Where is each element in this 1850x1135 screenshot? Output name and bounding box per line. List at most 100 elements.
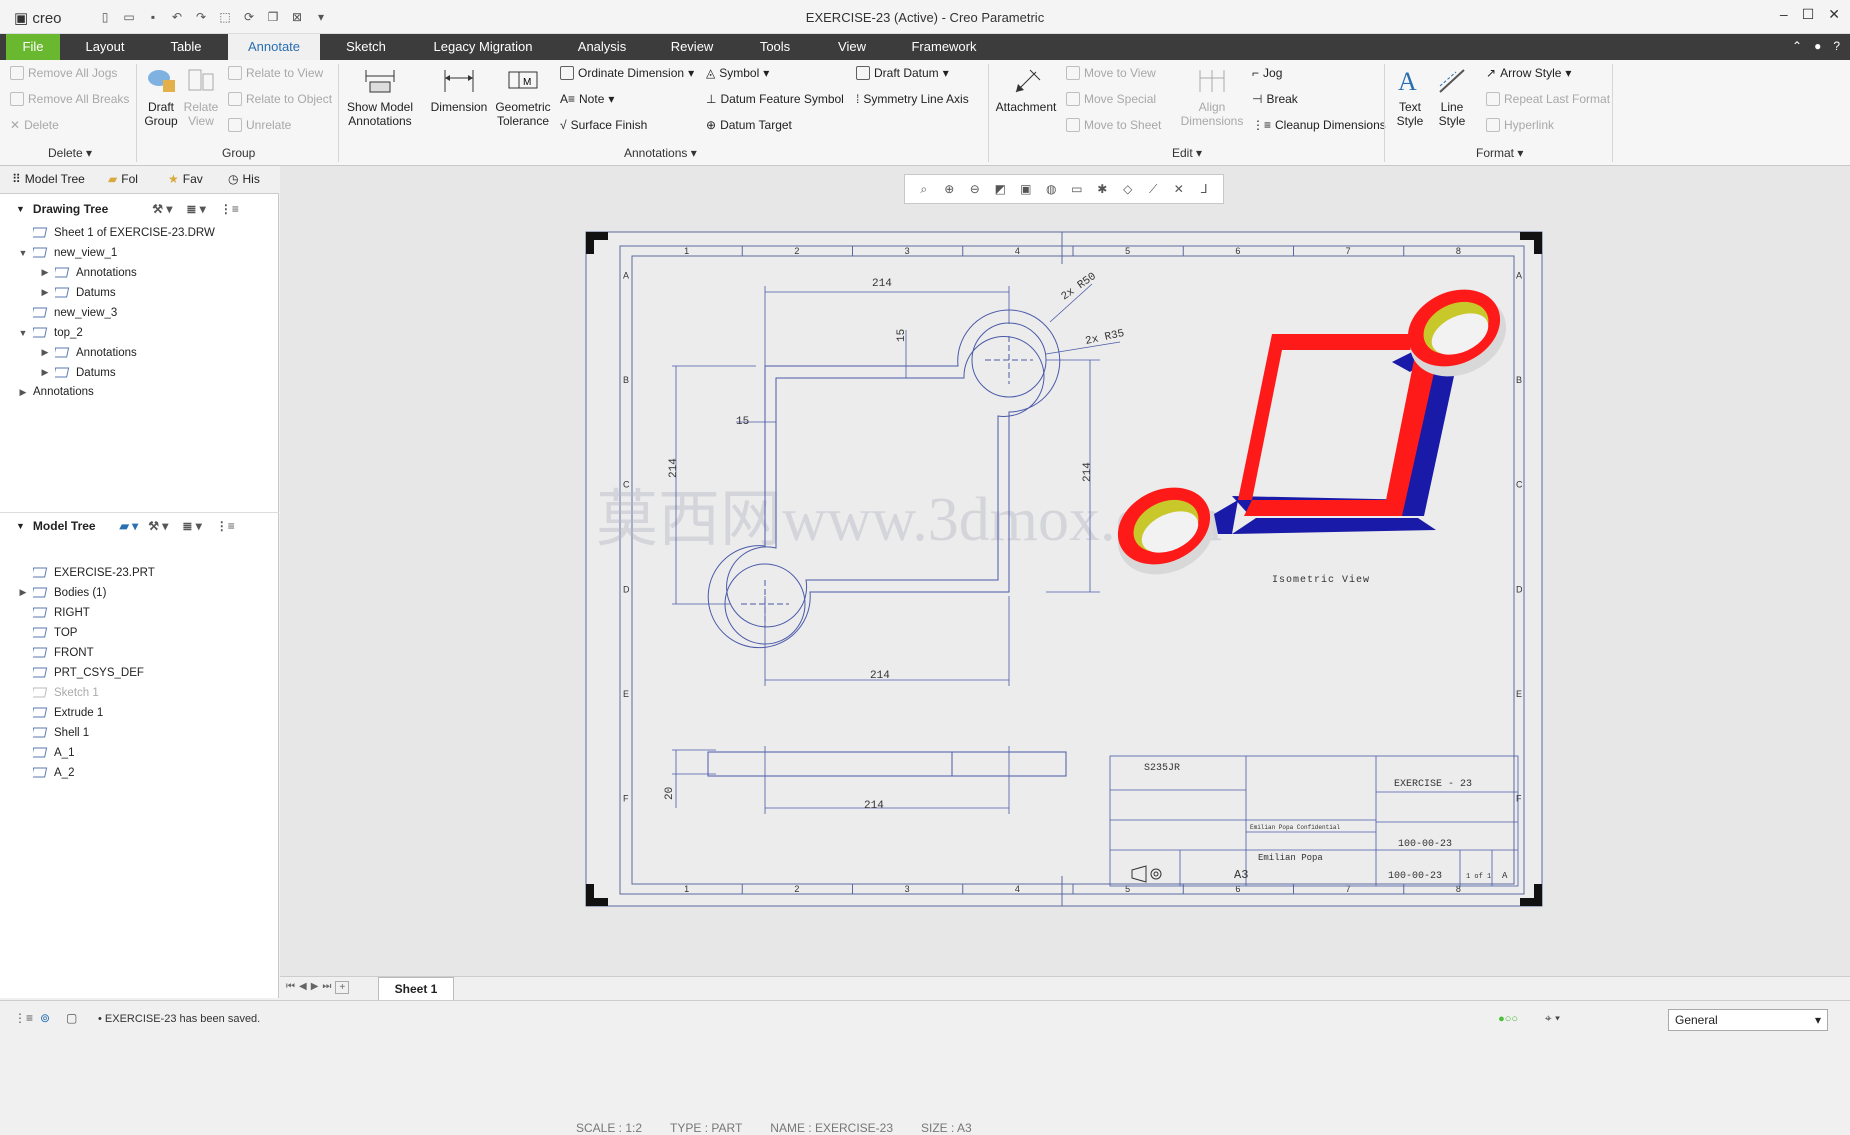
close-icon[interactable]: ✕ (1828, 6, 1840, 23)
annotations-group-label[interactable]: Annotations ▾ (624, 146, 697, 160)
tree-item[interactable]: ▼ top_2 (18, 326, 83, 339)
expand-toggle-icon[interactable]: ▶ (40, 287, 50, 298)
draft-datum-button[interactable]: Draft Datum ▾ (856, 66, 949, 80)
tree-item[interactable]: FRONT (18, 646, 94, 659)
browser-toggle-icon[interactable]: ⊚ (40, 1011, 50, 1025)
delete-button[interactable]: ✕ Delete (10, 118, 59, 132)
tab-layout[interactable]: Layout (72, 34, 138, 60)
add-sheet-icon[interactable]: + (335, 981, 350, 994)
selection-filter[interactable]: General ▾ (1668, 1009, 1828, 1031)
expand-toggle-icon[interactable]: ▶ (40, 367, 50, 378)
remove-all-jogs-button[interactable]: Remove All Jogs (10, 66, 117, 80)
format-group-label[interactable]: Format ▾ (1476, 146, 1523, 160)
user-icon[interactable]: ● (1814, 39, 1821, 53)
tree-columns-icon[interactable]: ⋮≡ (216, 519, 235, 533)
geometric-tolerance-button[interactable]: M Geometric Tolerance (494, 66, 552, 128)
ordinate-dimension-button[interactable]: Ordinate Dimension ▾ (560, 66, 694, 80)
unrelate-button[interactable]: Unrelate (228, 118, 291, 132)
tab-table[interactable]: Table (150, 34, 222, 60)
move-special-button[interactable]: Move Special (1066, 92, 1156, 106)
tab-sketch[interactable]: Sketch (330, 34, 402, 60)
datum-target-button[interactable]: ⊕ Datum Target (706, 118, 792, 132)
relate-view-button[interactable]: Relate View (180, 66, 222, 128)
expand-toggle-icon[interactable]: ▼ (18, 328, 28, 338)
tree-item[interactable]: ▶ Datums (40, 286, 116, 299)
help-icon[interactable]: ? (1833, 39, 1840, 53)
regenerate-icon[interactable]: ⟳ (240, 9, 258, 25)
edit-group-label[interactable]: Edit ▾ (1172, 146, 1202, 160)
tree-item[interactable]: ▶ Datums (40, 366, 116, 379)
navigator-toggle-icon[interactable]: ⋮≡ (14, 1011, 33, 1025)
break-button[interactable]: ⊣ Break (1252, 92, 1298, 106)
arrow-style-button[interactable]: ↗ Arrow Style ▾ (1486, 66, 1571, 80)
tab-file[interactable]: File (6, 34, 60, 60)
tab-review[interactable]: Review (656, 34, 728, 60)
prev-sheet-icon[interactable]: ◀ (299, 981, 307, 994)
datum-feature-symbol-button[interactable]: ⊥ Datum Feature Symbol (706, 92, 844, 106)
tree-filter-icon[interactable]: ≣ ▾ (186, 202, 205, 216)
remove-all-breaks-button[interactable]: Remove All Breaks (10, 92, 129, 106)
tree-item[interactable]: TOP (18, 626, 77, 639)
tree-item[interactable]: A_2 (18, 766, 74, 779)
surface-finish-button[interactable]: √ Surface Finish (560, 118, 647, 132)
sheet-tab[interactable]: Sheet 1 (378, 977, 454, 1001)
tab-annotate[interactable]: Annotate (228, 34, 320, 60)
tab-legacy-migration[interactable]: Legacy Migration (418, 34, 548, 60)
hyperlink-button[interactable]: Hyperlink (1486, 118, 1554, 132)
tab-model-tree[interactable]: ⠿ Model Tree (12, 172, 85, 186)
tab-history[interactable]: ◷ His (228, 172, 260, 186)
expand-toggle-icon[interactable]: ▶ (40, 267, 50, 278)
open-icon[interactable]: ▭ (120, 9, 138, 25)
tab-framework[interactable]: Framework (898, 34, 990, 60)
expand-toggle-icon[interactable]: ▶ (18, 587, 28, 598)
align-dimensions-button[interactable]: Align Dimensions (1176, 66, 1248, 128)
drawing-sheet[interactable]: 1122334455667788A AB BC CD DE EF F 莫西网www.3dmo… (280, 166, 1850, 976)
tree-item[interactable]: ▶ Annotations (40, 266, 137, 279)
first-sheet-icon[interactable]: ⏮ (286, 981, 295, 994)
next-sheet-icon[interactable]: ▶ (311, 981, 319, 994)
close-window-icon[interactable]: ⊠ (288, 9, 306, 25)
tab-tools[interactable]: Tools (740, 34, 810, 60)
relate-to-object-button[interactable]: Relate to Object (228, 92, 332, 106)
tree-item[interactable]: Extrude 1 (18, 706, 103, 719)
line-style-button[interactable]: Line Style (1430, 66, 1474, 128)
windows-icon[interactable]: ❐ (264, 9, 282, 25)
tree-settings-icon[interactable]: ⚒ ▾ (152, 202, 172, 216)
maximize-icon[interactable]: ☐ (1802, 6, 1815, 23)
tree-item[interactable]: RIGHT (18, 606, 90, 619)
redo-icon[interactable]: ↷ (192, 9, 210, 25)
tab-analysis[interactable]: Analysis (566, 34, 638, 60)
collapse-ribbon-icon[interactable]: ⌃ (1792, 39, 1802, 53)
undo-icon[interactable]: ↶ (168, 9, 186, 25)
dimension-button[interactable]: Dimension (428, 66, 490, 114)
tab-folder[interactable]: ▰ Fol (108, 172, 138, 186)
delete-group-label[interactable]: Delete ▾ (48, 146, 92, 160)
expand-toggle-icon[interactable]: ▶ (18, 387, 28, 398)
show-icon[interactable]: ▰ ▾ (120, 519, 139, 533)
move-to-sheet-button[interactable]: Move to Sheet (1066, 118, 1161, 132)
tree-item[interactable]: EXERCISE-23.PRT (18, 566, 155, 579)
tree-item[interactable]: Sketch 1 (18, 686, 99, 699)
draft-group-button[interactable]: Draft Group (140, 66, 182, 128)
tree-item[interactable]: PRT_CSYS_DEF (18, 666, 144, 679)
jog-button[interactable]: ⌐ Jog (1252, 66, 1282, 80)
select-box-icon[interactable]: ⬚ (216, 9, 234, 25)
tab-favorites[interactable]: ★ Fav (168, 172, 203, 186)
last-sheet-icon[interactable]: ⏭ (322, 981, 331, 994)
tree-item[interactable]: Shell 1 (18, 726, 89, 739)
expand-toggle-icon[interactable]: ▶ (40, 347, 50, 358)
collapse-icon[interactable]: ▼ (16, 521, 25, 531)
relate-to-view-button[interactable]: Relate to View (228, 66, 323, 80)
minimize-icon[interactable]: – (1780, 6, 1788, 23)
symmetry-line-axis-button[interactable]: ⁞ Symmetry Line Axis (856, 92, 969, 106)
repeat-last-format-button[interactable]: Repeat Last Format (1486, 92, 1610, 106)
tree-item[interactable]: Sheet 1 of EXERCISE-23.DRW (18, 226, 215, 239)
cleanup-dimensions-button[interactable]: ⋮≡ Cleanup Dimensions (1252, 118, 1386, 132)
note-button[interactable]: A≡ Note ▾ (560, 92, 614, 106)
tree-columns-icon[interactable]: ⋮≡ (220, 202, 239, 216)
collapse-icon[interactable]: ▼ (16, 204, 25, 214)
symbol-button[interactable]: ◬ Symbol ▾ (706, 66, 769, 80)
tree-item[interactable]: new_view_3 (18, 306, 117, 319)
expand-toggle-icon[interactable]: ▼ (18, 248, 28, 258)
tab-view[interactable]: View (820, 34, 884, 60)
